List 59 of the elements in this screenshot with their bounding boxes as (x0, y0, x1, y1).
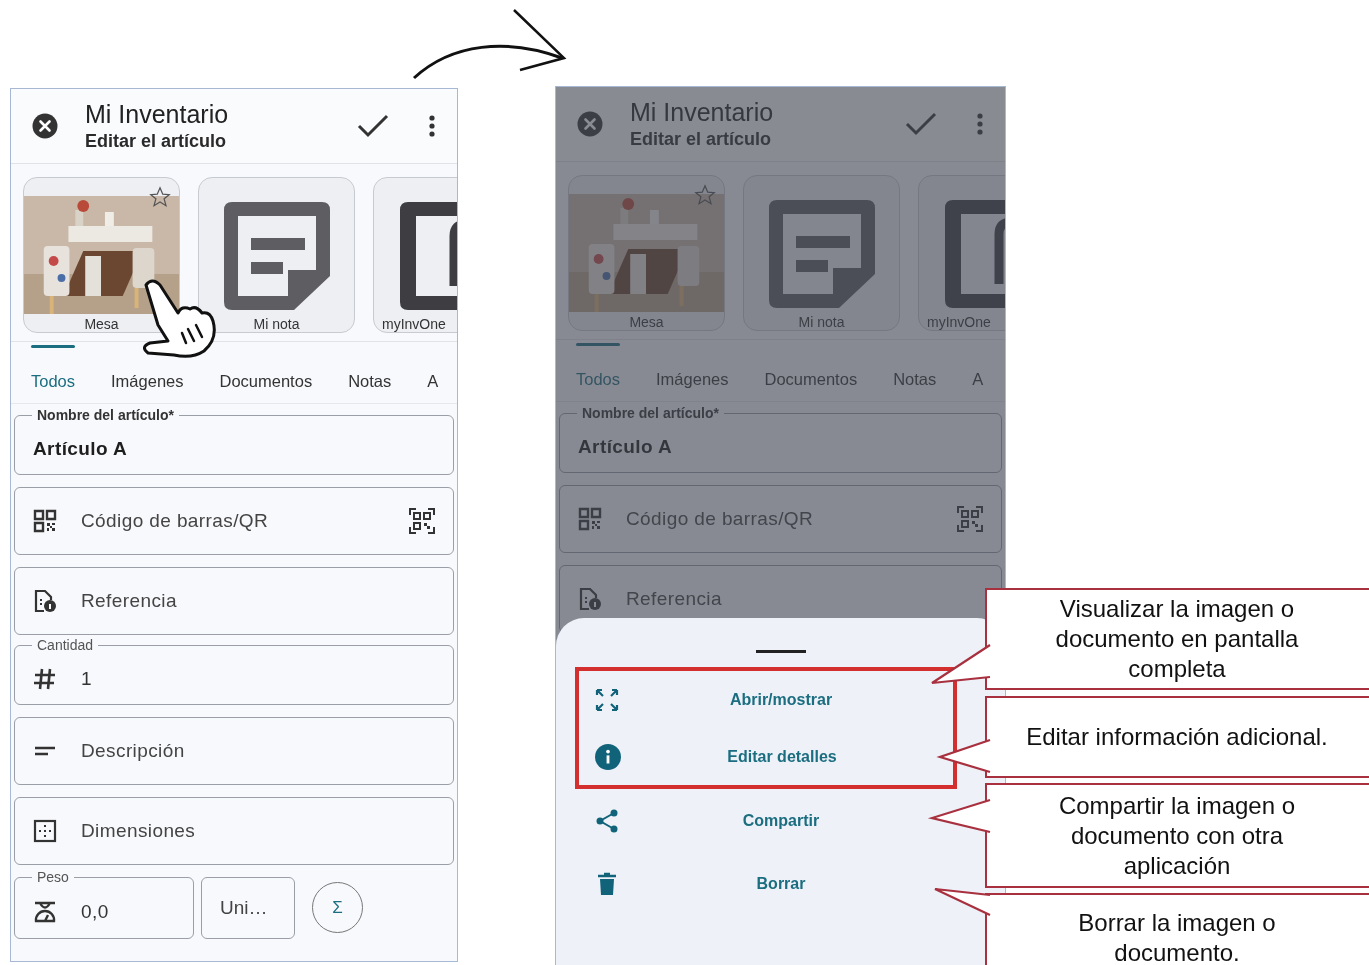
trash-icon (595, 871, 619, 896)
attachment-card[interactable]: myInvOne (918, 175, 1005, 331)
attachment-card[interactable]: Mi nota (743, 175, 900, 331)
scale-icon (33, 899, 57, 924)
unit-dropdown[interactable]: Uni… (201, 877, 295, 939)
screen-subtitle: Editar el artículo (630, 128, 773, 151)
menu-item[interactable]: Borrar (579, 852, 953, 915)
qr-code-icon (578, 507, 602, 531)
callout-text: Editar información adicional. (1025, 722, 1329, 752)
attachment-label: Mi nota (797, 313, 846, 330)
close-icon[interactable] (32, 113, 58, 139)
attachment-label: Mi nota (252, 315, 301, 332)
hash-icon (33, 666, 57, 691)
filter-tab[interactable]: Notas (330, 342, 410, 403)
star-icon[interactable] (694, 184, 716, 206)
menu-item[interactable]: Abrir/mostrar (579, 671, 953, 728)
check-icon[interactable] (905, 112, 937, 136)
drag-handle[interactable] (755, 650, 806, 653)
reference-field[interactable]: Referencia (14, 567, 454, 635)
filter-tab[interactable]: Todos (13, 342, 94, 403)
app-title: Mi Inventario (85, 99, 230, 129)
filter-tab[interactable]: Documentos (201, 342, 331, 403)
document-info-icon (33, 589, 57, 613)
attachment-label: Mesa (83, 315, 120, 332)
app-title: Mi Inventario (630, 97, 775, 127)
attachment-label: myInvOne (381, 315, 447, 332)
barcode-field[interactable]: Código de barras/QR (14, 487, 454, 555)
scan-qr-icon[interactable] (409, 508, 435, 534)
item-name-field[interactable]: Nombre del artículo* Artículo A (559, 405, 1002, 473)
filter-tab[interactable]: Imágenes (638, 340, 747, 401)
filter-tab[interactable]: Notas (875, 340, 955, 401)
callout-text: Visualizar la imagen o documento en pantalla completa (1054, 594, 1300, 684)
filter-tab[interactable]: A (409, 342, 457, 403)
menu-item[interactable]: Editar detalles (579, 728, 953, 785)
share-icon (595, 808, 619, 833)
weight-field[interactable]: Peso 0,0 (14, 869, 194, 939)
attachment-card[interactable]: Mesa (568, 175, 725, 331)
callout-text: Compartir la imagen o documento con otra aplicación (1057, 790, 1297, 881)
filter-tab[interactable]: Documentos (746, 340, 876, 401)
attachment-card[interactable]: Mesa (23, 177, 180, 333)
document-info-icon (578, 587, 602, 611)
attachment-card[interactable]: myInvOne (373, 177, 457, 333)
quantity-field[interactable]: Cantidad 1 (14, 637, 454, 705)
check-icon[interactable] (357, 114, 389, 138)
screen-subtitle: Editar el artículo (85, 130, 228, 153)
description-field[interactable]: Descripción (14, 717, 454, 785)
more-menu-icon[interactable] (429, 115, 435, 137)
filter-tab[interactable]: A (954, 340, 1002, 401)
star-icon[interactable] (149, 186, 171, 208)
expand-icon (595, 687, 619, 712)
info-icon (595, 743, 621, 770)
callout-text: Borrar la imagen o documento. (1077, 908, 1277, 965)
dimensions-icon (33, 819, 57, 843)
qr-code-icon (33, 509, 57, 533)
dimensions-field[interactable]: Dimensiones (14, 797, 454, 865)
item-name-field[interactable]: Nombre del artículo* Artículo A (14, 407, 454, 475)
attachment-card[interactable]: Mi nota (198, 177, 355, 333)
attachment-label: Mesa (628, 313, 665, 330)
attachment-label: myInvOne (926, 313, 992, 330)
